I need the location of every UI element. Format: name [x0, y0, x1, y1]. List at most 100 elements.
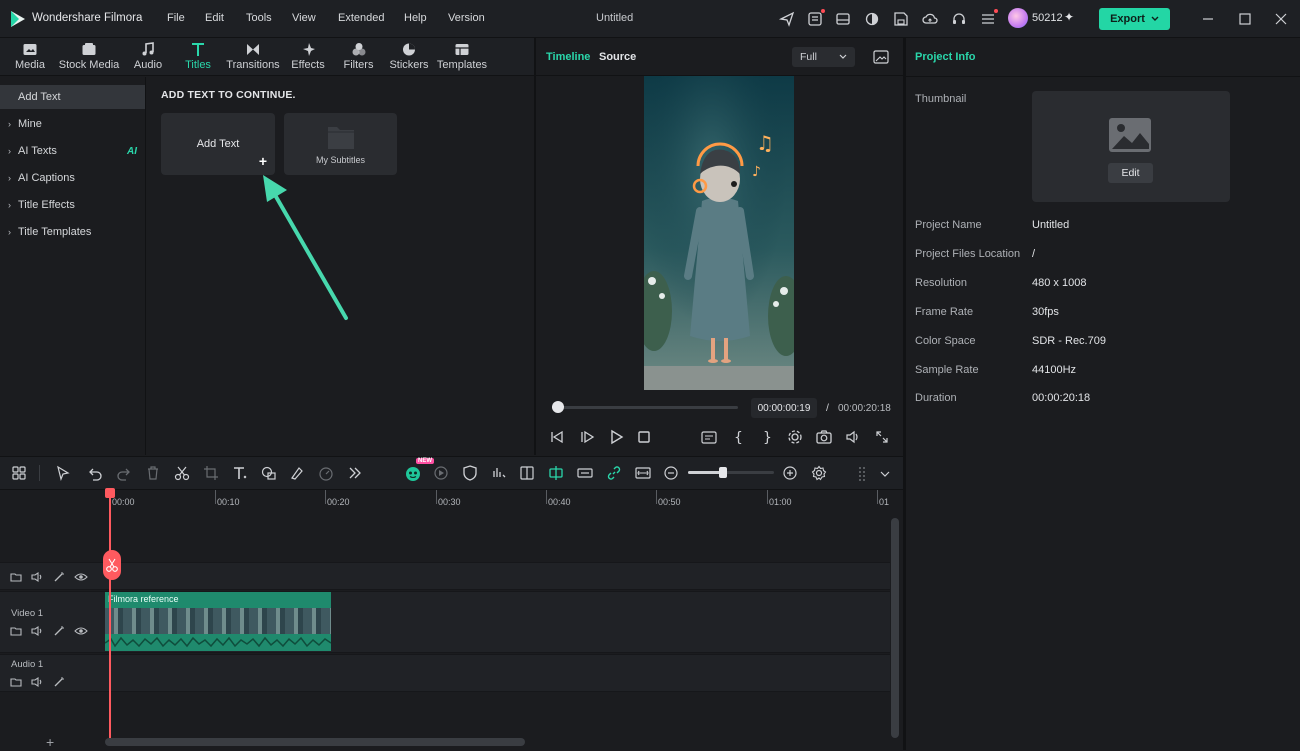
audio-track[interactable]: Audio 1: [0, 654, 890, 692]
zoom-in-icon[interactable]: [781, 464, 799, 482]
menu-version[interactable]: Version: [448, 12, 485, 24]
timeline-vertical-scrollbar[interactable]: [891, 518, 899, 738]
speaker-icon[interactable]: [30, 624, 44, 638]
fullscreen-icon[interactable]: [873, 428, 891, 446]
news-icon[interactable]: [806, 9, 825, 28]
stop-icon[interactable]: [635, 428, 653, 446]
play-icon[interactable]: [607, 428, 625, 446]
play-frame-icon[interactable]: [578, 428, 596, 446]
snapshot-preview-icon[interactable]: [872, 48, 890, 66]
text-tool-icon[interactable]: [231, 464, 249, 482]
magic-wand-icon[interactable]: [52, 675, 66, 689]
shield-icon[interactable]: [461, 464, 479, 482]
eye-icon[interactable]: [74, 570, 88, 584]
undo-icon[interactable]: [86, 464, 104, 482]
menu-lines-icon[interactable]: [979, 9, 998, 28]
current-time[interactable]: 00:00:00:19: [751, 398, 817, 418]
timeline-horizontal-scrollbar[interactable]: [105, 738, 525, 746]
timeline-ruler[interactable]: 00:00 00:10 00:20 00:30 00:40 00:50 01:0…: [105, 490, 890, 512]
tab-stock-media[interactable]: Stock Media: [57, 38, 121, 76]
scissors-icon[interactable]: [173, 464, 191, 482]
tab-effects[interactable]: Effects: [290, 38, 326, 76]
zoom-out-icon[interactable]: [662, 464, 680, 482]
tab-timeline[interactable]: Timeline: [546, 51, 590, 63]
text-track[interactable]: [0, 562, 890, 590]
tab-filters[interactable]: Filters: [342, 38, 375, 76]
tab-templates[interactable]: Templates: [436, 38, 488, 76]
speaker-icon[interactable]: [30, 570, 44, 584]
folder-lock-icon[interactable]: [9, 675, 23, 689]
save-icon[interactable]: [892, 10, 910, 28]
folder-lock-icon[interactable]: [9, 624, 23, 638]
tab-media[interactable]: Media: [11, 38, 49, 76]
tab-audio[interactable]: Audio: [130, 38, 166, 76]
magic-wand-icon[interactable]: [52, 624, 66, 638]
playback-scrubber-track[interactable]: [552, 406, 738, 409]
select-tool-icon[interactable]: [54, 464, 72, 482]
export-button[interactable]: Export: [1099, 8, 1170, 30]
minimize-icon[interactable]: [1200, 11, 1216, 27]
menu-extended[interactable]: Extended: [338, 12, 384, 24]
edit-thumbnail-button[interactable]: Edit: [1108, 163, 1153, 183]
video-clip-thumbnails[interactable]: [105, 607, 331, 634]
ai-robot-icon[interactable]: [404, 464, 422, 482]
link-icon[interactable]: [605, 464, 623, 482]
menu-file[interactable]: File: [167, 12, 185, 24]
sidebar-item-mine[interactable]: › Mine: [0, 112, 145, 136]
menu-view[interactable]: View: [292, 12, 316, 24]
add-text-card[interactable]: Add Text +: [161, 113, 275, 175]
menu-tools[interactable]: Tools: [246, 12, 272, 24]
sidebar-item-ai-captions[interactable]: › AI Captions: [0, 166, 145, 190]
camera-snapshot-icon[interactable]: [815, 428, 833, 446]
color-tool-icon[interactable]: [288, 464, 306, 482]
plus-icon[interactable]: +: [259, 153, 267, 169]
sidebar-item-ai-texts[interactable]: › AI Texts AI: [0, 139, 145, 163]
thumbnail-box[interactable]: [1032, 91, 1230, 202]
tab-titles[interactable]: Titles: [182, 38, 214, 76]
audio-stretch-icon[interactable]: [490, 464, 508, 482]
menu-edit[interactable]: Edit: [205, 12, 224, 24]
video-clip-audio-waveform[interactable]: [105, 634, 331, 651]
display-settings-icon[interactable]: [786, 428, 804, 446]
maximize-icon[interactable]: [1237, 11, 1253, 27]
split-screen-icon[interactable]: [518, 464, 536, 482]
zoom-slider-handle[interactable]: [719, 467, 727, 478]
my-subtitles-card[interactable]: My Subtitles: [284, 113, 397, 175]
playback-scrubber-handle[interactable]: [552, 401, 564, 413]
ai-audio-icon[interactable]: [432, 464, 450, 482]
magic-wand-icon[interactable]: [52, 570, 66, 584]
send-icon[interactable]: [778, 10, 796, 28]
sidebar-item-title-effects[interactable]: › Title Effects: [0, 193, 145, 217]
tab-transitions[interactable]: Transitions: [226, 38, 280, 76]
headset-icon[interactable]: [950, 10, 968, 28]
tab-stickers[interactable]: Stickers: [389, 38, 429, 76]
menu-help[interactable]: Help: [404, 12, 427, 24]
crop-icon[interactable]: [202, 464, 220, 482]
tab-source[interactable]: Source: [599, 51, 636, 63]
avatar[interactable]: [1008, 8, 1028, 28]
drag-handle-icon[interactable]: [854, 464, 872, 482]
speaker-icon[interactable]: [30, 675, 44, 689]
sidebar-item-add-text[interactable]: Add Text: [0, 85, 145, 109]
layout-icon[interactable]: [834, 10, 852, 28]
speed-icon[interactable]: [317, 464, 335, 482]
delete-icon[interactable]: [144, 464, 162, 482]
timeline-settings-icon[interactable]: [810, 464, 828, 482]
playhead-line[interactable]: [109, 490, 111, 740]
mark-in-icon[interactable]: {: [729, 428, 747, 446]
eye-icon[interactable]: [74, 624, 88, 638]
shape-tool-icon[interactable]: [260, 464, 278, 482]
fit-timeline-icon[interactable]: [634, 464, 652, 482]
mark-out-icon[interactable]: }: [758, 428, 776, 446]
auto-ripple-icon[interactable]: [576, 464, 594, 482]
video-preview[interactable]: ♫ ♪: [644, 76, 794, 390]
layout-grid-icon[interactable]: [10, 464, 28, 482]
more-tools-icon[interactable]: [346, 464, 364, 482]
playhead-handle[interactable]: [105, 488, 115, 498]
folder-lock-icon[interactable]: [9, 570, 23, 584]
prev-frame-icon[interactable]: [548, 428, 566, 446]
sidebar-item-title-templates[interactable]: › Title Templates: [0, 220, 145, 244]
playhead-cut-button[interactable]: [103, 550, 121, 580]
redo-icon[interactable]: [115, 464, 133, 482]
close-icon[interactable]: [1273, 11, 1289, 27]
